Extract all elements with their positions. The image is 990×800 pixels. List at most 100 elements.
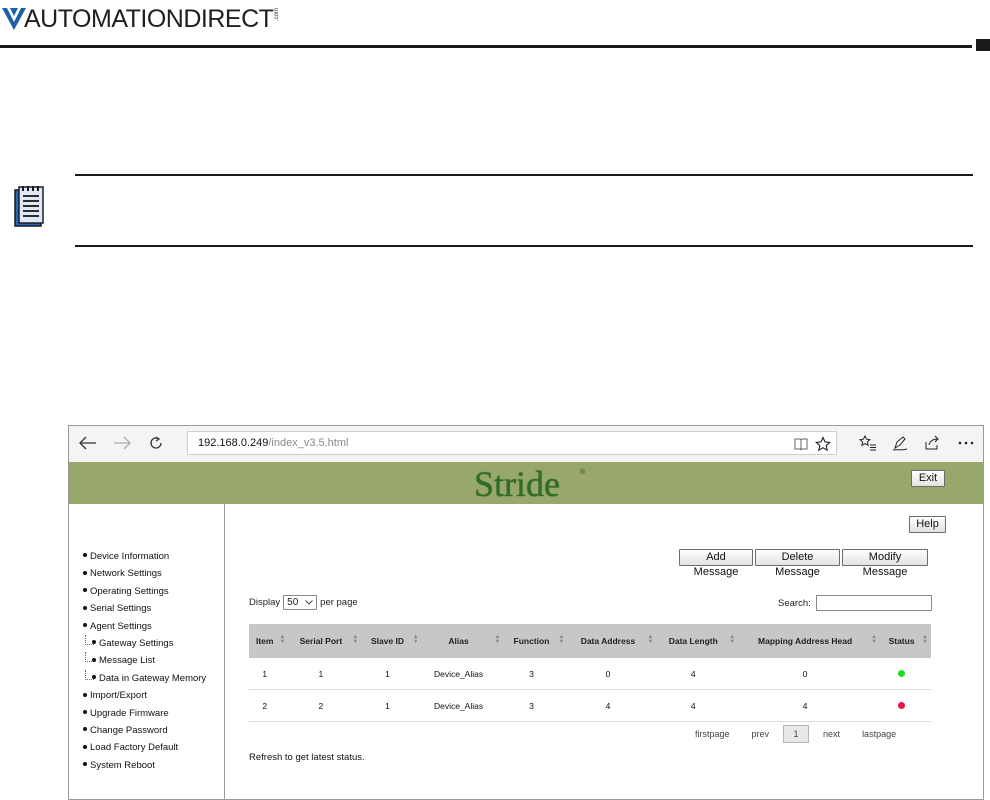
column-header[interactable]: Alias ▲ ▼ (421, 624, 504, 658)
search-input[interactable] (815, 595, 932, 611)
nav-list: Device Information Network Settings Operat… (83, 548, 206, 774)
sidebar-item-operating-settings[interactable]: Operating Settings (83, 583, 206, 600)
column-header-label: Serial Port (299, 636, 343, 646)
pager-next[interactable]: next (823, 729, 840, 739)
address-bar[interactable]: 192.168.0.249/index_v3.5.html (187, 431, 837, 455)
status-indicator-icon (898, 669, 906, 677)
pagination: firstpage prev 1 next lastpage (695, 725, 918, 743)
status-indicator-icon (898, 701, 906, 709)
column-header[interactable]: Item ▲ ▼ (249, 624, 289, 658)
address-host: 192.168.0.249 (198, 437, 269, 449)
sidebar-nav: Device Information Network Settings Operat… (69, 504, 225, 799)
sort-arrows-icon: ▲ ▼ (412, 634, 419, 645)
sort-arrows-icon: ▲ ▼ (494, 634, 501, 645)
bullet-icon (92, 675, 96, 680)
sort-arrows-icon: ▲ ▼ (922, 634, 928, 645)
cell-function: 3 (503, 658, 568, 690)
cell-data-length: 4 (656, 689, 739, 722)
modify-message-button[interactable]: Modify Message (842, 549, 928, 578)
column-header-label: Mapping Address Head (758, 636, 853, 646)
sidebar-item-label: Agent Settings (90, 620, 152, 632)
reading-view-icon[interactable] (790, 433, 812, 455)
chevron-down-icon (305, 600, 314, 605)
cell-item: 2 (249, 689, 289, 722)
table-header-row: Item ▲ ▼ Serial Port ▲ ▼ Slave ID ▲ ▼ Alias ▲ ▼ Func… (249, 624, 931, 658)
sidebar-item-agent-settings[interactable]: Agent Settings (83, 618, 206, 635)
cell-mapping-address-head: 0 (738, 658, 881, 690)
table-row[interactable]: 1 1 1 Device_Alias 3 0 4 0 (249, 658, 931, 690)
more-ellipsis-icon[interactable] (955, 432, 977, 454)
cell-item: 1 (249, 658, 289, 690)
sidebar-item-label: Operating Settings (90, 585, 169, 597)
sidebar-item-load-factory-default[interactable]: Load Factory Default (83, 739, 206, 756)
cell-data-address: 0 (567, 658, 657, 690)
sidebar-item-label: Import/Export (90, 690, 148, 702)
bullet-icon (83, 762, 87, 767)
share-icon[interactable] (921, 432, 943, 454)
per-page-select[interactable]: 50 (283, 595, 318, 610)
exit-button[interactable]: Exit (911, 470, 945, 487)
refresh-icon[interactable] (145, 432, 167, 454)
column-header[interactable]: Data Length ▲ ▼ (656, 624, 739, 658)
stride-logo: Stride (474, 464, 560, 504)
sidebar-item-upgrade-firmware[interactable]: Upgrade Firmware (83, 705, 206, 722)
favorite-star-icon[interactable] (812, 433, 834, 455)
bullet-icon (92, 640, 96, 645)
pen-notes-icon[interactable] (889, 432, 911, 454)
cell-alias: Device_Alias (421, 689, 504, 722)
sidebar-item-message-list[interactable]: Message List (83, 652, 206, 669)
column-header-label: Item (255, 636, 274, 646)
column-header[interactable]: Function ▲ ▼ (503, 624, 568, 658)
bullet-icon (92, 657, 96, 662)
forward-arrow-icon[interactable] (111, 432, 133, 454)
pager-lastpage[interactable]: lastpage (862, 729, 896, 739)
brand-suffix: .com (274, 8, 281, 22)
column-header[interactable]: Mapping Address Head ▲ ▼ (738, 624, 881, 658)
sidebar-item-label: Device Information (90, 551, 170, 562)
table-row[interactable]: 2 2 1 Device_Alias 3 4 4 4 (249, 689, 931, 722)
sidebar-item-serial-settings[interactable]: Serial Settings (83, 600, 206, 617)
bullet-icon (83, 588, 87, 593)
column-header-label: Function (513, 636, 550, 646)
sidebar-item-change-password[interactable]: Change Password (83, 722, 206, 739)
sidebar-item-label: Gateway Settings (99, 637, 174, 649)
column-header[interactable]: Status ▲ ▼ (880, 624, 931, 658)
column-header[interactable]: Slave ID ▲ ▼ (361, 624, 422, 658)
display-per-page: Display 50 per page (249, 595, 358, 610)
sidebar-item-network-settings[interactable]: Network Settings (83, 565, 206, 582)
app-banner: Stride ® Exit (69, 462, 983, 504)
sidebar-item-data-in-gateway-memory[interactable]: Data in Gateway Memory (83, 669, 207, 687)
sort-arrows-icon: ▲ ▼ (871, 634, 878, 645)
cell-serial-port: 1 (288, 658, 362, 690)
sidebar-item-label: Change Password (90, 724, 168, 736)
sidebar-item-label: Network Settings (90, 568, 162, 580)
address-path: /index_v3.5.html (268, 437, 349, 449)
favorites-hub-icon[interactable] (857, 432, 879, 454)
sidebar-item-import-export[interactable]: Import/Export (83, 687, 206, 704)
help-button[interactable]: Help (909, 516, 946, 533)
sidebar-item-device-information[interactable]: Device Information (83, 548, 206, 565)
table-body: 1 1 1 Device_Alias 3 0 4 0 2 2 1 Device_Alias 3 4 4 4 (249, 658, 931, 722)
sidebar-item-system-reboot[interactable]: System Reboot (83, 757, 206, 774)
cell-status (880, 689, 931, 722)
cell-slave-id: 1 (361, 689, 422, 722)
sidebar-item-label: Data in Gateway Memory (99, 672, 207, 684)
add-message-button[interactable]: Add Message (679, 549, 753, 578)
column-header[interactable]: Data Address ▲ ▼ (567, 624, 657, 658)
note-rule-bottom (75, 245, 973, 247)
column-header-label: Alias (448, 636, 469, 646)
sort-arrows-icon: ▲ ▼ (279, 634, 286, 645)
refresh-note: Refresh to get latest status. (249, 752, 365, 763)
back-arrow-icon[interactable] (77, 432, 99, 454)
display-label: Display (249, 597, 281, 608)
pager-firstpage[interactable]: firstpage (695, 729, 730, 739)
message-table: Item ▲ ▼ Serial Port ▲ ▼ Slave ID ▲ ▼ Alias ▲ ▼ Func… (249, 624, 931, 722)
column-header[interactable]: Serial Port ▲ ▼ (288, 624, 362, 658)
pager-current-page[interactable]: 1 (783, 725, 810, 743)
delete-message-button[interactable]: Delete Message (755, 549, 840, 578)
pager-prev[interactable]: prev (752, 729, 770, 739)
cell-function: 3 (503, 689, 568, 722)
sidebar-item-gateway-settings[interactable]: Gateway Settings (83, 634, 206, 652)
cell-slave-id: 1 (361, 658, 422, 690)
logo-registered-mark: ® (580, 469, 586, 476)
